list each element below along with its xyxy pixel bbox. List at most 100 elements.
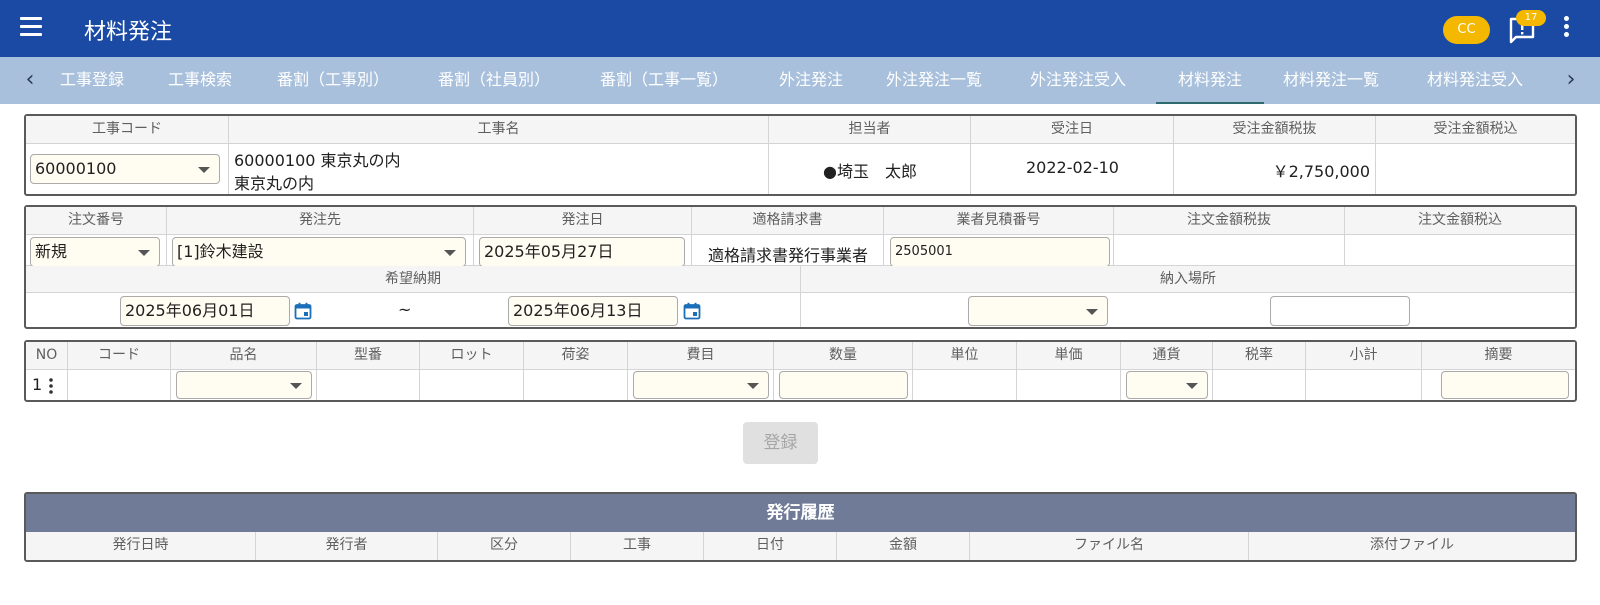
header-model-no: 型番: [317, 342, 420, 370]
delivery-from-value: 2025年06月01日: [125, 301, 255, 320]
item-name-select[interactable]: [176, 371, 312, 399]
chevron-down-icon: [198, 167, 210, 173]
delivery-place-input[interactable]: [1270, 296, 1410, 326]
remarks-input[interactable]: [1441, 371, 1569, 399]
quote-no-input[interactable]: 2505001: [890, 237, 1110, 267]
tab-bangwari-shain[interactable]: 番割（社員別）: [438, 57, 550, 104]
header-date: 日付: [704, 532, 837, 560]
delivery-from-input[interactable]: 2025年06月01日: [120, 296, 290, 326]
header-delivery-place: 納入場所: [801, 266, 1575, 293]
order-panel: 注文番号 発注先 発注日 適格請求書 業者見積番号 注文金額税抜 注文金額税込 …: [24, 205, 1577, 329]
project-name-line2: 東京丸の内: [234, 174, 315, 193]
header-order-amount-incl: 注文金額税込: [1345, 207, 1575, 235]
chevron-down-icon: [747, 383, 759, 389]
invoice-value: 適格請求書発行事業者: [707, 246, 868, 265]
tab-bangwari-koji[interactable]: 番割（工事別）: [277, 57, 389, 104]
project-name-line1: 60000100 東京丸の内: [234, 151, 401, 170]
calendar-icon[interactable]: [294, 302, 312, 320]
header-lot: ロット: [420, 342, 524, 370]
header-unit-price: 単価: [1017, 342, 1121, 370]
project-panel: 工事コード 工事名 担当者 受注日 受注金額税抜 受注金額税込 60000100…: [24, 114, 1577, 196]
tab-scroll-left-icon[interactable]: ‹: [10, 57, 50, 104]
order-date-input[interactable]: 2025年05月27日: [479, 237, 685, 267]
order-no-select[interactable]: 新規: [30, 237, 160, 267]
quantity-input[interactable]: [779, 371, 908, 399]
header-packing: 荷姿: [524, 342, 628, 370]
row-number: 1: [32, 375, 43, 394]
header-order-no: 注文番号: [26, 207, 167, 235]
header-order-amount-excl: 注文金額税抜: [1114, 207, 1345, 235]
tab-zairyo-hachu-ukeire[interactable]: 材料発注受入: [1427, 57, 1523, 104]
header-item-name: 品名: [171, 342, 317, 370]
header-attachment: 添付ファイル: [1249, 532, 1575, 560]
tab-zairyo-hachu-ichiran[interactable]: 材料発注一覧: [1283, 57, 1379, 104]
header-code: コード: [68, 342, 171, 370]
user-avatar[interactable]: CC: [1443, 16, 1490, 44]
tab-zairyo-hachu[interactable]: 材料発注: [1156, 57, 1264, 104]
tab-koji-kensaku[interactable]: 工事検索: [168, 57, 232, 104]
amount-excl-value: ￥2,750,000: [1272, 162, 1370, 181]
header-project-name: 工事名: [229, 116, 769, 144]
chevron-down-icon: [1186, 383, 1198, 389]
tab-bangwari-ichiran[interactable]: 番割（工事一覧）: [600, 57, 728, 104]
order-no-value: 新規: [35, 242, 68, 261]
header-project-code: 工事コード: [26, 116, 229, 144]
calendar-icon[interactable]: [683, 302, 701, 320]
header-issue-datetime: 発行日時: [26, 532, 256, 560]
supplier-value: [1]鈴木建設: [177, 242, 264, 261]
tab-gaichu-hachu-ukeire[interactable]: 外注発注受入: [1030, 57, 1126, 104]
project-code-value: 60000100: [35, 159, 117, 178]
header-supplier: 発注先: [167, 207, 474, 235]
menu-icon[interactable]: [20, 17, 44, 39]
header-category: 区分: [438, 532, 571, 560]
header-quantity: 数量: [774, 342, 913, 370]
header-quote-no: 業者見積番号: [884, 207, 1114, 235]
delivery-to-input[interactable]: 2025年06月13日: [508, 296, 678, 326]
header-person: 担当者: [769, 116, 971, 144]
chevron-down-icon: [290, 383, 302, 389]
header-issuer: 発行者: [256, 532, 438, 560]
header-subtotal: 小計: [1306, 342, 1422, 370]
header-project: 工事: [571, 532, 704, 560]
header-tax-rate: 税率: [1213, 342, 1306, 370]
notification-count-badge: 17: [1516, 10, 1546, 26]
order-received-date-value: 2022-02-10: [1026, 158, 1119, 177]
header-delivery-period: 希望納期: [26, 266, 801, 293]
header-remarks: 摘要: [1422, 342, 1575, 370]
header-order-received-date: 受注日: [971, 116, 1174, 144]
more-vert-icon[interactable]: [1560, 16, 1572, 42]
header-currency: 通貨: [1121, 342, 1213, 370]
order-date-value: 2025年05月27日: [484, 242, 614, 261]
tab-koji-toroku[interactable]: 工事登録: [60, 57, 124, 104]
header-no: NO: [26, 342, 68, 370]
header-order-date: 発注日: [474, 207, 692, 235]
header-amount-incl: 受注金額税込: [1376, 116, 1575, 144]
register-button[interactable]: 登録: [743, 422, 818, 464]
person-value: ●埼玉 太郎: [823, 162, 917, 181]
tab-bar: ‹ 工事登録 工事検索 番割（工事別） 番割（社員別） 番割（工事一覧） 外注発…: [0, 57, 1600, 104]
chevron-down-icon: [444, 250, 456, 256]
header-invoice: 適格請求書: [692, 207, 884, 235]
row-menu-icon[interactable]: [48, 377, 54, 395]
items-panel: NO コード 品名 型番 ロット 荷姿 費目 数量 単位 単価 通貨 税率 小計…: [24, 340, 1577, 402]
delivery-place-select[interactable]: [968, 296, 1108, 326]
header-unit: 単位: [913, 342, 1017, 370]
project-code-select[interactable]: 60000100: [30, 154, 220, 184]
header-file-name: ファイル名: [970, 532, 1249, 560]
tab-scroll-right-icon[interactable]: ›: [1551, 57, 1591, 104]
tab-gaichu-hachu[interactable]: 外注発注: [779, 57, 843, 104]
quote-no-value: 2505001: [895, 244, 953, 259]
supplier-select[interactable]: [1]鈴木建設: [172, 237, 466, 267]
page-title: 材料発注: [84, 20, 173, 45]
currency-select[interactable]: [1126, 371, 1208, 399]
header-amount: 金額: [837, 532, 970, 560]
issue-history-panel: 発行履歴 発行日時 発行者 区分 工事 日付 金額 ファイル名 添付ファイル: [24, 492, 1577, 562]
delivery-separator: ~: [398, 300, 412, 319]
expense-select[interactable]: [633, 371, 769, 399]
tab-gaichu-hachu-ichiran[interactable]: 外注発注一覧: [886, 57, 982, 104]
issue-history-title: 発行履歴: [26, 494, 1575, 532]
delivery-to-value: 2025年06月13日: [513, 301, 643, 320]
app-bar: 材料発注 CC 17: [0, 0, 1600, 57]
header-expense: 費目: [628, 342, 774, 370]
chevron-down-icon: [138, 250, 150, 256]
